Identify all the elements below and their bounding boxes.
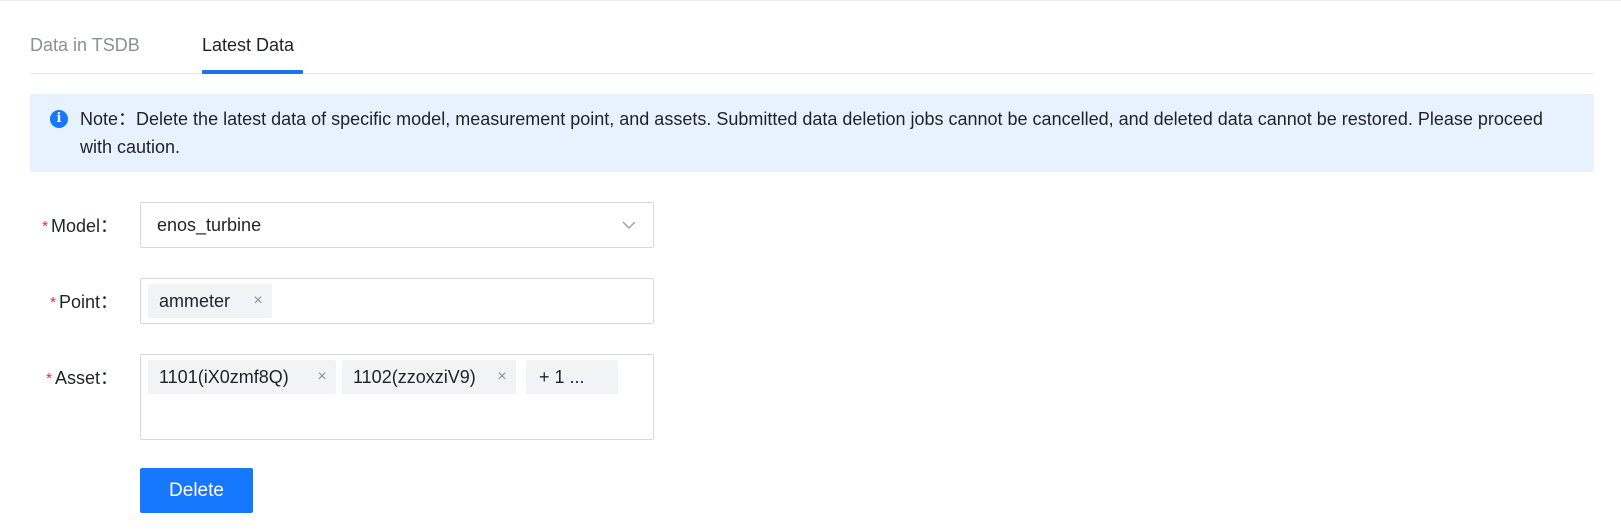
active-tab-indicator <box>202 70 303 74</box>
asset-multiselect[interactable]: 1101(iX0zmf8Q) × 1102(zzoxziV9) × + 1 ..… <box>140 354 654 440</box>
asset-label: * Asset： <box>30 366 118 392</box>
close-icon[interactable]: × <box>251 284 265 318</box>
asset-tag: 1101(iX0zmf8Q) × <box>148 360 336 394</box>
asset-tag-label: 1101(iX0zmf8Q) <box>159 367 289 387</box>
point-multiselect[interactable]: ammeter × <box>140 278 654 324</box>
chevron-down-icon <box>621 217 637 233</box>
tab-data-in-tsdb[interactable]: Data in TSDB <box>30 31 140 59</box>
point-tag: ammeter × <box>148 284 272 318</box>
tab-latest-data[interactable]: Latest Data <box>202 31 294 59</box>
asset-label-text: Asset： <box>54 368 118 388</box>
close-icon[interactable]: × <box>315 360 329 394</box>
point-tag-label: ammeter <box>159 291 231 311</box>
model-label-text: Model： <box>50 216 118 236</box>
delete-button[interactable]: Delete <box>140 468 253 513</box>
required-mark: * <box>46 370 52 387</box>
asset-tag: 1102(zzoxziV9) × <box>342 360 516 394</box>
asset-tag-label: 1102(zzoxziV9) <box>353 367 476 387</box>
delete-data-panel: Data in TSDB Latest Data i Note：Delete t… <box>0 0 1621 532</box>
required-mark: * <box>50 294 56 311</box>
model-label: * Model： <box>30 214 118 240</box>
model-select-value: enos_turbine <box>157 215 262 235</box>
close-icon[interactable]: × <box>495 360 509 394</box>
note-text: Note：Delete the latest data of specific … <box>80 109 1543 157</box>
point-label-text: Point： <box>58 292 118 312</box>
point-label: * Point： <box>30 290 118 316</box>
info-icon: i <box>50 110 68 128</box>
more-assets-tag[interactable]: + 1 ... <box>526 360 618 394</box>
model-select[interactable]: enos_turbine <box>140 202 654 248</box>
tab-bar: Data in TSDB Latest Data <box>30 1 1594 74</box>
more-assets-label: + 1 ... <box>539 367 585 387</box>
note-banner: i Note：Delete the latest data of specifi… <box>30 94 1594 172</box>
required-mark: * <box>42 218 48 235</box>
